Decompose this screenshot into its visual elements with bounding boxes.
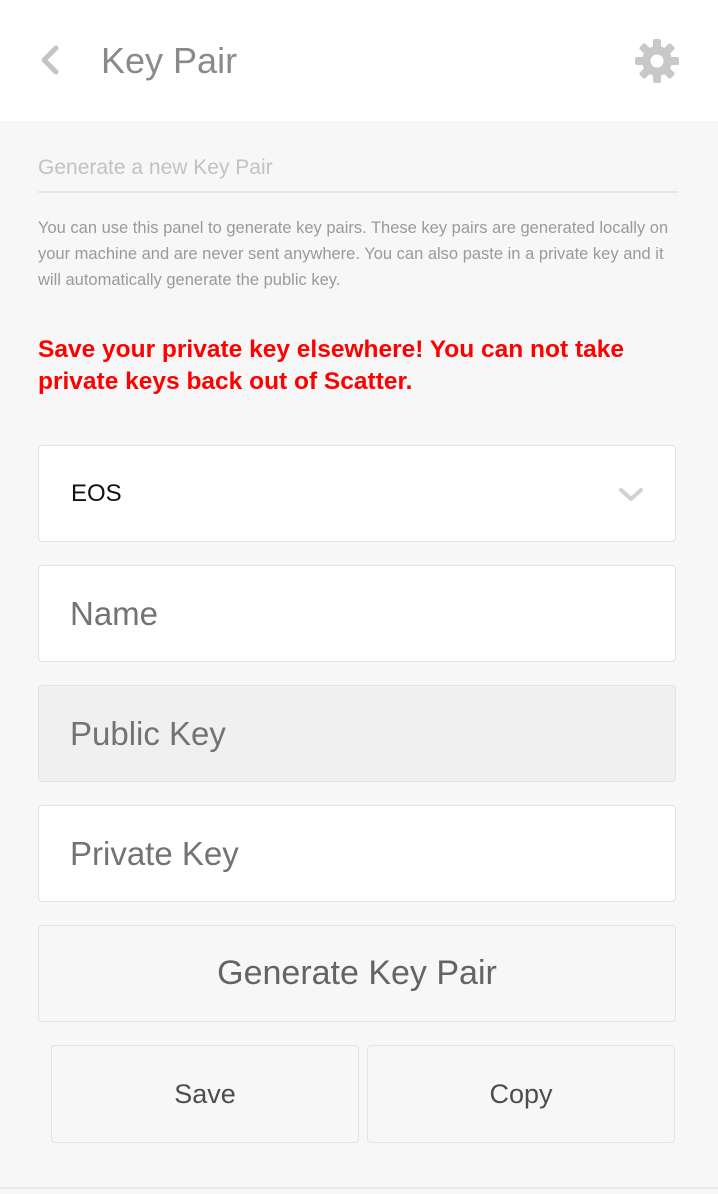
blockchain-select-value: EOS xyxy=(71,480,122,507)
back-button[interactable] xyxy=(32,40,72,80)
blockchain-select[interactable]: EOS xyxy=(38,445,676,542)
private-key-input[interactable] xyxy=(39,806,675,901)
settings-button[interactable] xyxy=(634,38,680,84)
description-text: You can use this panel to generate key p… xyxy=(38,219,669,289)
gear-icon xyxy=(635,39,679,83)
copy-button[interactable]: Copy xyxy=(367,1045,675,1143)
name-input[interactable] xyxy=(39,566,675,661)
warning-text: Save your private key elsewhere! You can… xyxy=(38,336,624,395)
public-key-field-box xyxy=(38,685,676,782)
section-title: Generate a new Key Pair xyxy=(38,156,273,179)
footer-divider xyxy=(0,1187,718,1189)
section-divider xyxy=(38,191,678,193)
generate-key-pair-button[interactable]: Generate Key Pair xyxy=(38,925,676,1022)
chevron-left-icon xyxy=(41,45,59,75)
page-title: Key Pair xyxy=(101,40,238,81)
private-key-field-box xyxy=(38,805,676,902)
public-key-input[interactable] xyxy=(39,686,675,781)
header-bar: Key Pair xyxy=(0,0,718,121)
save-button[interactable]: Save xyxy=(51,1045,359,1143)
chevron-down-icon xyxy=(619,488,643,501)
name-field-box xyxy=(38,565,676,662)
